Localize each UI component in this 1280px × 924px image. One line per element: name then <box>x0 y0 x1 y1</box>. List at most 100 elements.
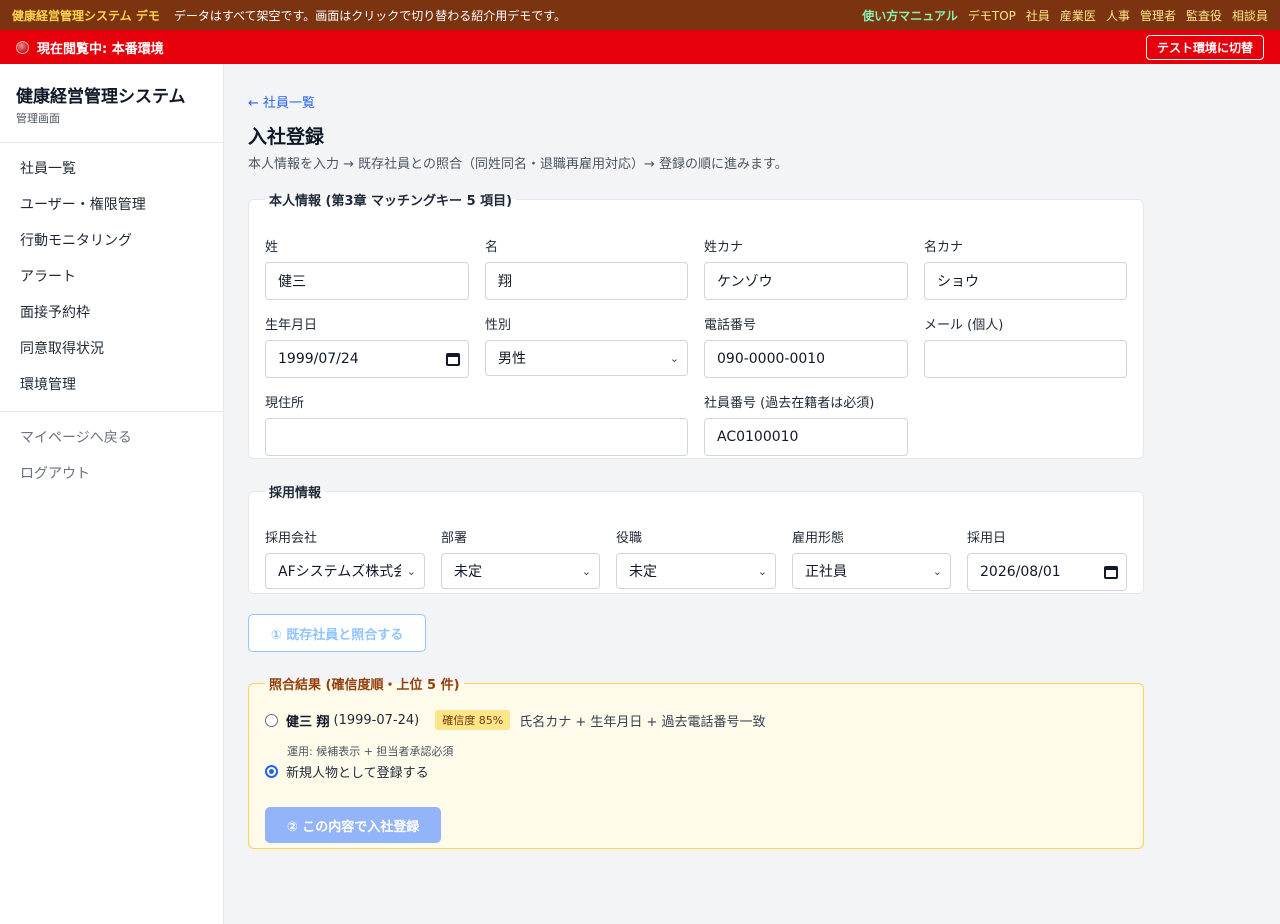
phone-field: 電話番号 090-0000-0010 <box>704 314 908 378</box>
demo-link-employee[interactable]: 社員 <box>1026 7 1050 24</box>
sidebar-item-users-permissions[interactable]: ユーザー・権限管理 <box>0 187 223 223</box>
gender-value: 男性 <box>498 351 526 367</box>
last-kana-input[interactable]: ケンゾウ <box>704 262 908 300</box>
gender-field: 性別 男性 ⌄ <box>485 314 688 376</box>
page-description: 本人情報を入力 → 既存社員との照合（同姓同名・退職再雇用対応）→ 登録の順に進… <box>248 157 788 172</box>
address-field: 現住所 <box>265 392 688 456</box>
page-title: 入社登録 <box>248 126 325 148</box>
sidebar-secondary-nav: マイページへ戻る ログアウト <box>0 412 223 500</box>
candidate-name: 健三 翔 <box>286 714 330 730</box>
position-field: 役職 未定 ⌄ <box>616 527 776 589</box>
sidebar-item-alerts[interactable]: アラート <box>0 259 223 295</box>
status-dot-icon <box>16 40 29 54</box>
sidebar-item-environment[interactable]: 環境管理 <box>0 367 223 403</box>
email-input[interactable] <box>924 340 1127 378</box>
first-kana-input[interactable]: ショウ <box>924 262 1127 300</box>
match-existing-button[interactable]: ① 既存社員と照合する <box>248 614 426 652</box>
demo-link-auditor[interactable]: 監査役 <box>1186 7 1222 24</box>
new-person-label: 新規人物として登録する <box>286 766 429 781</box>
sidebar-item-logout[interactable]: ログアウト <box>0 456 223 492</box>
sidebar-item-interview-slots[interactable]: 面接予約枠 <box>0 295 223 331</box>
demo-link-top[interactable]: デモTOP <box>968 7 1016 24</box>
hire-date-input[interactable]: 2026/08/01 <box>967 553 1127 591</box>
candidate-dob: (1999-07-24) <box>333 712 420 728</box>
department-select[interactable]: 未定 ⌄ <box>441 553 600 589</box>
app-subtitle: 管理画面 <box>16 112 60 125</box>
hire-date-value: 2026/08/01 <box>980 564 1061 580</box>
demo-nav: 使い方マニュアル デモTOP 社員 産業医 人事 管理者 監査役 相談員 <box>862 7 1268 24</box>
last-name-label: 姓 <box>265 240 279 255</box>
employment-type-value: 正社員 <box>805 564 847 580</box>
hiring-info-section: 採用情報 採用会社 AFシステムズ株式会社 ⌄ 部署 未定 ⌄ 役職 未定 ⌄ … <box>248 482 1144 594</box>
employee-no-input[interactable]: AC0100010 <box>704 418 908 456</box>
gender-select[interactable]: 男性 ⌄ <box>485 340 688 376</box>
last-name-field: 姓 健三 <box>265 236 469 300</box>
environment-status: 現在閲覧中: 本番環境 <box>37 41 164 57</box>
new-person-radio[interactable] <box>265 765 278 778</box>
hire-date-label: 採用日 <box>967 531 1007 546</box>
calendar-icon[interactable] <box>446 352 460 366</box>
department-field: 部署 未定 ⌄ <box>441 527 600 589</box>
sidebar-item-consent[interactable]: 同意取得状況 <box>0 331 223 367</box>
first-kana-field: 名カナ ショウ <box>924 236 1127 300</box>
calendar-icon[interactable] <box>1104 565 1118 579</box>
last-kana-field: 姓カナ ケンゾウ <box>704 236 908 300</box>
chevron-down-icon: ⌄ <box>757 564 767 578</box>
employment-type-field: 雇用形態 正社員 ⌄ <box>792 527 951 589</box>
candidate-radio[interactable] <box>265 713 278 727</box>
chevron-down-icon: ⌄ <box>581 564 591 578</box>
sidebar-nav: 社員一覧 ユーザー・権限管理 行動モニタリング アラート 面接予約枠 同意取得状… <box>0 143 223 411</box>
sidebar-item-mypage[interactable]: マイページへ戻る <box>0 420 223 456</box>
phone-input[interactable]: 090-0000-0010 <box>704 340 908 378</box>
first-name-input[interactable]: 翔 <box>485 262 688 300</box>
position-select[interactable]: 未定 ⌄ <box>616 553 776 589</box>
birthdate-input[interactable]: 1999/07/24 <box>265 340 469 378</box>
back-to-employees-link[interactable]: ← 社員一覧 <box>248 92 315 111</box>
candidate-note: 運用: 候補表示 + 担当者承認必須 <box>287 745 454 758</box>
register-button[interactable]: ② この内容で入社登録 <box>265 807 441 843</box>
birthdate-value: 1999/07/24 <box>278 351 359 367</box>
new-person-row[interactable]: 新規人物として登録する <box>265 762 429 781</box>
app-name: 健康経営管理システム <box>16 87 186 107</box>
email-label: メール (個人) <box>924 318 1004 333</box>
personal-info-legend: 本人情報 (第3章 マッチングキー 5 項目) <box>269 194 513 209</box>
demo-link-manual[interactable]: 使い方マニュアル <box>862 7 958 24</box>
demo-brand: 健康経営管理システム デモ <box>12 8 160 23</box>
email-field: メール (個人) <box>924 314 1127 378</box>
last-kana-label: 姓カナ <box>704 240 744 255</box>
gender-label: 性別 <box>485 318 512 333</box>
department-label: 部署 <box>441 531 468 546</box>
demo-link-hr[interactable]: 人事 <box>1106 7 1130 24</box>
sidebar-item-employees[interactable]: 社員一覧 <box>0 151 223 187</box>
last-name-input[interactable]: 健三 <box>265 262 469 300</box>
chevron-down-icon: ⌄ <box>406 564 416 578</box>
demo-link-counselor[interactable]: 相談員 <box>1232 7 1268 24</box>
chevron-down-icon: ⌄ <box>669 351 679 365</box>
employment-type-select[interactable]: 正社員 ⌄ <box>792 553 951 589</box>
switch-environment-button[interactable]: テスト環境に切替 <box>1145 34 1264 60</box>
address-input[interactable] <box>265 418 688 456</box>
company-field: 採用会社 AFシステムズ株式会社 ⌄ <box>265 527 425 589</box>
candidate-reason: 氏名カナ + 生年月日 + 過去電話番号一致 <box>519 714 766 730</box>
personal-info-section: 本人情報 (第3章 マッチングキー 5 項目) 姓 健三 名 翔 姓カナ ケンゾ… <box>248 190 1144 459</box>
first-name-label: 名 <box>485 240 499 255</box>
sidebar-item-monitoring[interactable]: 行動モニタリング <box>0 223 223 259</box>
sidebar: 健康経営管理システム 管理画面 社員一覧 ユーザー・権限管理 行動モニタリング … <box>0 64 224 924</box>
candidate-row[interactable]: 健三 翔 (1999-07-24) 確信度 85% 氏名カナ + 生年月日 + … <box>265 710 766 730</box>
address-label: 現住所 <box>265 396 305 411</box>
chevron-down-icon: ⌄ <box>932 564 942 578</box>
hire-date-field: 採用日 2026/08/01 <box>967 527 1127 591</box>
birthdate-field: 生年月日 1999/07/24 <box>265 314 469 378</box>
company-label: 採用会社 <box>265 531 318 546</box>
match-results-legend: 照合結果 (確信度順・上位 5 件) <box>269 678 460 693</box>
demo-link-doctor[interactable]: 産業医 <box>1060 7 1096 24</box>
company-select[interactable]: AFシステムズ株式会社 ⌄ <box>265 553 425 589</box>
demo-note: データはすべて架空です。画面はクリックで切り替わる紹介用デモです。 <box>173 8 567 23</box>
company-value: AFシステムズ株式会社 <box>278 564 401 580</box>
sidebar-header: 健康経営管理システム 管理画面 <box>0 64 223 143</box>
confidence-badge: 確信度 85% <box>435 710 511 730</box>
position-value: 未定 <box>629 564 657 580</box>
phone-label: 電話番号 <box>704 318 757 333</box>
demo-link-admin[interactable]: 管理者 <box>1140 7 1176 24</box>
department-value: 未定 <box>454 564 482 580</box>
